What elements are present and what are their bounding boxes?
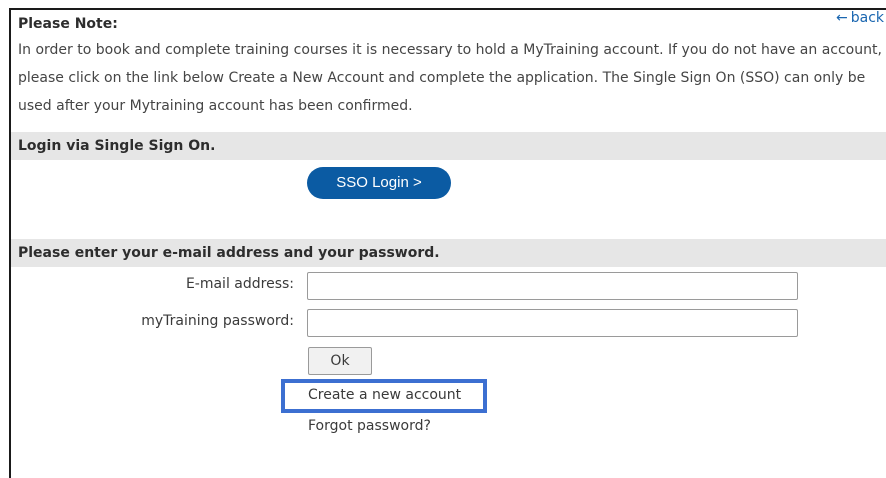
create-account-link[interactable]: Create a new account [308, 387, 461, 403]
ok-button[interactable]: Ok [308, 347, 372, 375]
sso-login-button[interactable]: SSO Login > [307, 167, 451, 199]
back-label: back [850, 10, 885, 26]
forgot-password-link[interactable]: Forgot password? [308, 418, 431, 434]
note-body: In order to book and complete training c… [18, 42, 882, 114]
note-title: Please Note: [18, 16, 118, 32]
back-link[interactable]: ← back [836, 10, 884, 26]
email-field[interactable] [307, 272, 798, 300]
password-field[interactable] [307, 309, 798, 337]
email-label: E-mail address: [185, 276, 294, 292]
arrow-left-icon: ← [836, 10, 848, 26]
password-label: myTraining password: [141, 313, 294, 329]
login-section-heading: Please enter your e-mail address and you… [11, 239, 886, 267]
sso-section-heading: Login via Single Sign On. [11, 132, 886, 160]
